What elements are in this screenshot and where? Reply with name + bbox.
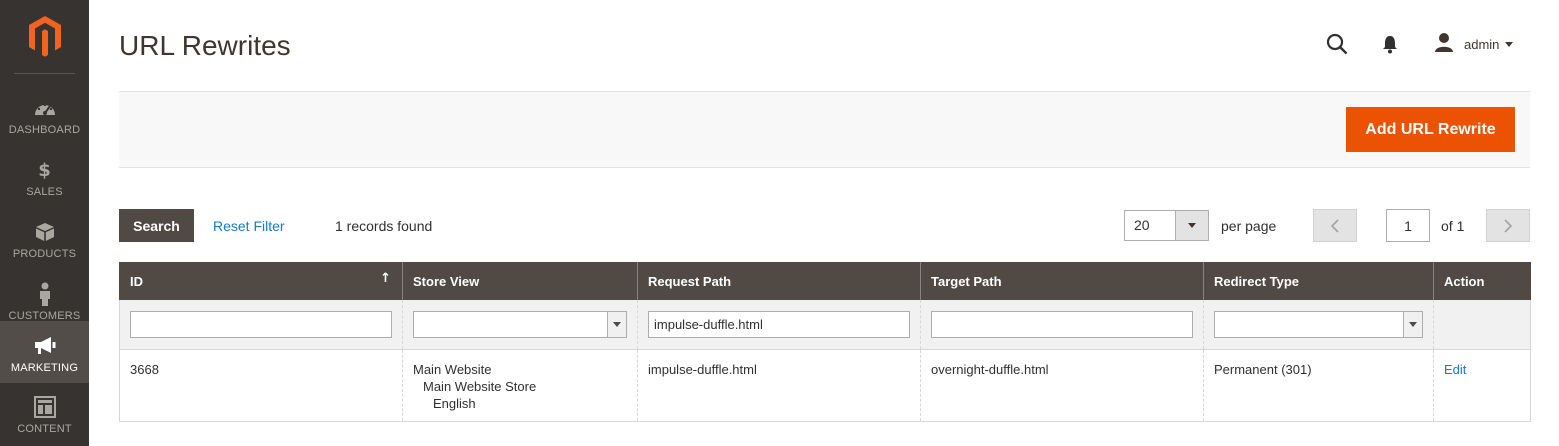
total-pages: of 1 bbox=[1441, 218, 1465, 234]
speedometer-icon bbox=[33, 96, 57, 120]
action-filter-cell bbox=[1433, 300, 1531, 350]
sidebar-item-marketing[interactable]: MARKETING bbox=[0, 321, 89, 383]
per-page-value: 20 bbox=[1134, 217, 1150, 233]
search-icon[interactable] bbox=[1326, 33, 1348, 60]
store-view-website: Main Website bbox=[413, 361, 492, 377]
chevron-down-icon bbox=[1403, 311, 1422, 337]
cell-request-path: impulse-duffle.html bbox=[637, 349, 921, 422]
current-page-input[interactable] bbox=[1386, 209, 1430, 242]
cell-id: 3668 bbox=[119, 349, 403, 422]
sidebar-item-products[interactable]: PRODUCTS bbox=[0, 209, 89, 271]
column-header-id[interactable]: ID ↑ bbox=[119, 262, 403, 300]
sidebar-item-label: MARKETING bbox=[10, 362, 79, 374]
store-view-filter-select[interactable] bbox=[413, 310, 627, 338]
cell-store-view: Main Website Main Website Store English bbox=[402, 349, 638, 422]
admin-sidebar: DASHBOARD $ SALES PRODUCTS CUSTOMERS MAR… bbox=[0, 0, 89, 446]
layout-icon bbox=[33, 395, 56, 419]
chevron-down-icon bbox=[1175, 211, 1208, 240]
chevron-down-icon bbox=[607, 311, 626, 337]
dollar-icon: $ bbox=[38, 159, 51, 181]
redirect-type-filter-value bbox=[1215, 312, 1403, 337]
column-header-action: Action bbox=[1433, 262, 1531, 300]
chevron-left-icon bbox=[1330, 218, 1339, 233]
reset-filter-link[interactable]: Reset Filter bbox=[213, 218, 285, 234]
page-title: URL Rewrites bbox=[119, 30, 291, 61]
sidebar-item-dashboard[interactable]: DASHBOARD bbox=[0, 85, 89, 147]
previous-page-button[interactable] bbox=[1313, 209, 1357, 242]
grid-header-row: ID ↑ Store View Request Path Target Path … bbox=[119, 262, 1531, 300]
cell-action: Edit bbox=[1433, 349, 1531, 422]
table-row[interactable]: 3668 Main Website Main Website Store Eng… bbox=[119, 349, 1531, 422]
column-header-request-path[interactable]: Request Path bbox=[637, 262, 921, 300]
add-url-rewrite-button[interactable]: Add URL Rewrite bbox=[1346, 107, 1515, 152]
chevron-down-icon bbox=[1505, 42, 1514, 47]
store-view-filter-value bbox=[414, 312, 607, 337]
cell-redirect-type: Permanent (301) bbox=[1203, 349, 1434, 422]
store-view-language: English bbox=[433, 395, 476, 411]
sidebar-item-label: DASHBOARD bbox=[8, 124, 81, 136]
request-path-filter-input[interactable] bbox=[648, 310, 910, 338]
user-icon bbox=[1434, 32, 1454, 57]
chevron-right-icon bbox=[1504, 218, 1513, 233]
sidebar-item-sales[interactable]: $ SALES bbox=[0, 147, 89, 209]
url-rewrites-grid: ID ↑ Store View Request Path Target Path … bbox=[119, 262, 1531, 422]
megaphone-icon bbox=[33, 334, 57, 358]
sidebar-item-label: PRODUCTS bbox=[12, 248, 77, 260]
user-name: admin bbox=[1464, 37, 1500, 52]
sidebar-item-content[interactable]: CONTENT bbox=[0, 384, 89, 446]
magento-logo-icon[interactable] bbox=[0, 0, 89, 72]
cell-target-path: overnight-duffle.html bbox=[920, 349, 1204, 422]
sidebar-item-label: SALES bbox=[26, 186, 63, 198]
column-header-store-view[interactable]: Store View bbox=[402, 262, 638, 300]
sort-ascending-icon: ↑ bbox=[380, 271, 391, 286]
column-header-target-path[interactable]: Target Path bbox=[920, 262, 1204, 300]
person-icon bbox=[38, 282, 52, 306]
id-filter-input[interactable] bbox=[130, 310, 392, 338]
edit-link[interactable]: Edit bbox=[1444, 362, 1466, 377]
logo-divider bbox=[14, 73, 75, 74]
redirect-type-filter-select[interactable] bbox=[1214, 310, 1423, 338]
page-actions-bar: Add URL Rewrite bbox=[119, 91, 1530, 168]
sidebar-item-label: CONTENT bbox=[17, 423, 72, 435]
search-button[interactable]: Search bbox=[119, 209, 194, 242]
target-path-filter-input[interactable] bbox=[931, 310, 1193, 338]
records-found-count: 1 records found bbox=[335, 218, 433, 234]
store-view-store: Main Website Store bbox=[423, 378, 537, 394]
box-icon bbox=[35, 220, 55, 244]
per-page-label: per page bbox=[1221, 218, 1277, 234]
bell-icon[interactable] bbox=[1381, 34, 1399, 59]
filter-row bbox=[119, 300, 1531, 350]
next-page-button[interactable] bbox=[1486, 209, 1530, 242]
per-page-select[interactable]: 20 bbox=[1124, 210, 1209, 241]
user-menu[interactable]: admin bbox=[1434, 32, 1514, 57]
column-header-redirect-type[interactable]: Redirect Type bbox=[1203, 262, 1434, 300]
